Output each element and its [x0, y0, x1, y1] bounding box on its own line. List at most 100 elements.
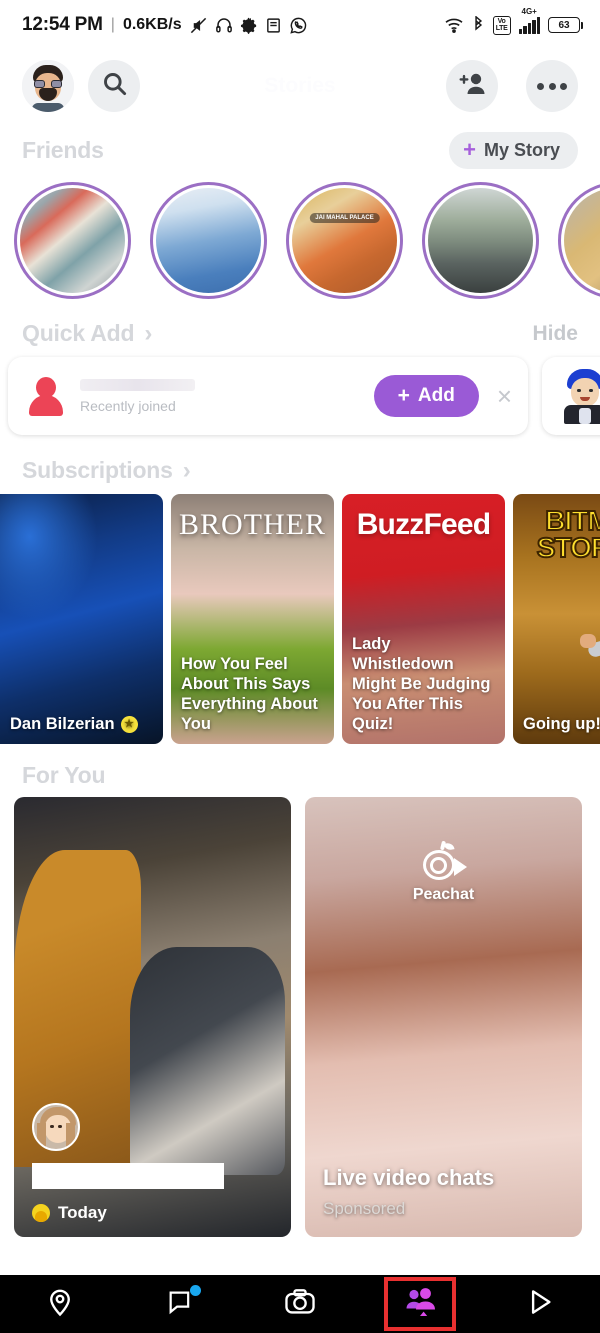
- snapchat-stories-screen: 12:54 PM | 0.6KB/s Vo LTE 4G+ 63 Stories…: [0, 0, 600, 1333]
- hide-button[interactable]: Hide: [532, 322, 578, 346]
- add-friend-icon: [457, 71, 487, 102]
- mute-icon: [189, 16, 208, 35]
- subscriptions-title-group[interactable]: Subscriptions ›: [22, 457, 578, 484]
- headphones-icon: [215, 16, 233, 34]
- plus-icon: +: [463, 137, 476, 162]
- subscription-caption: Dan Bilzerian: [10, 715, 115, 733]
- status-separator: |: [110, 16, 115, 33]
- friends-title: Friends: [22, 136, 104, 163]
- location-pin-icon: [45, 1287, 75, 1322]
- nav-camera[interactable]: [265, 1281, 335, 1327]
- friends-section-header: Friends + My Story: [0, 122, 600, 170]
- search-icon: [101, 70, 128, 102]
- nav-chat[interactable]: [145, 1281, 215, 1327]
- nav-friends[interactable]: [384, 1277, 456, 1331]
- subscription-caption-group: How You Feel About This Says Everything …: [171, 644, 334, 744]
- sponsored-label: Sponsored: [323, 1199, 406, 1218]
- timestamp: Today: [58, 1203, 107, 1222]
- header-actions: [446, 60, 578, 112]
- more-options-button[interactable]: [526, 60, 578, 112]
- subscription-tile[interactable]: BITMOJI STORIES Going up!: [513, 494, 600, 744]
- subscriptions-row: Dan Bilzerian ★ BROTHER How You Feel Abo…: [0, 494, 600, 744]
- gear-icon: [240, 16, 258, 34]
- quick-add-card-2[interactable]: [542, 357, 600, 435]
- wifi-icon: [444, 17, 464, 33]
- subscription-tile[interactable]: BROTHER How You Feel About This Says Eve…: [171, 494, 334, 744]
- nav-map[interactable]: [25, 1281, 95, 1327]
- timestamp-group: Today: [32, 1203, 107, 1223]
- subscription-caption-group: Dan Bilzerian ★: [0, 704, 148, 744]
- quick-add-title-group[interactable]: Quick Add ›: [22, 320, 152, 347]
- add-friend-button[interactable]: [446, 60, 498, 112]
- subscription-caption: Going up!: [523, 715, 600, 733]
- quick-add-section-header: Quick Add › Hide: [0, 300, 600, 357]
- my-story-button[interactable]: + My Story: [449, 131, 578, 169]
- for-you-card-ad[interactable]: Peachat Live video chats Sponsored: [305, 797, 582, 1237]
- app-header: Stories: [0, 50, 600, 122]
- subscription-caption-group: Lady Whistledown Might Be Judging You Af…: [342, 624, 505, 744]
- subscription-tile[interactable]: BuzzFeed Lady Whistledown Might Be Judgi…: [342, 494, 505, 744]
- close-icon[interactable]: ×: [497, 383, 512, 409]
- friends-stories-row[interactable]: [0, 170, 600, 300]
- list-icon: [265, 17, 282, 34]
- battery-level: 63: [558, 19, 570, 31]
- default-person-icon: [24, 374, 68, 418]
- story-badge-icon: [32, 1204, 50, 1222]
- chat-unread-badge: [190, 1285, 201, 1296]
- ad-brand-group: Peachat: [305, 840, 582, 904]
- username-redaction-bar: [32, 1163, 224, 1189]
- subscriptions-section-header: Subscriptions ›: [0, 435, 600, 494]
- add-button-label: Add: [417, 385, 455, 406]
- quick-add-title: Quick Add: [22, 320, 135, 346]
- nav-discover[interactable]: [505, 1281, 575, 1327]
- story-circle-5[interactable]: [558, 182, 600, 299]
- add-button[interactable]: + Add: [373, 375, 479, 417]
- subscription-tile[interactable]: Dan Bilzerian ★: [0, 494, 163, 744]
- subscriptions-title: Subscriptions: [22, 457, 173, 483]
- quick-add-info: Recently joined: [80, 378, 374, 414]
- story-circle-3[interactable]: [286, 182, 403, 299]
- profile-bitmoji-icon: [22, 60, 74, 112]
- for-you-card-user[interactable]: Today: [14, 797, 291, 1237]
- ad-headline: Live video chats: [323, 1165, 495, 1190]
- plus-icon: +: [397, 384, 410, 407]
- my-story-label: My Story: [483, 139, 560, 160]
- chevron-right-icon: ›: [144, 319, 153, 347]
- status-bar-left: 12:54 PM | 0.6KB/s: [22, 14, 308, 36]
- brand-logo-bitmoji-stories: BITMOJI STORIES: [536, 504, 600, 564]
- quick-add-row: Recently joined + Add ×: [0, 357, 600, 435]
- battery-icon: 63: [548, 17, 583, 33]
- signal-icon: 4G+: [518, 7, 540, 34]
- subscription-brand-wrap: BuzzFeed: [342, 508, 505, 542]
- brand-logo-brother: BROTHER: [178, 508, 326, 541]
- quick-add-card[interactable]: Recently joined + Add ×: [8, 357, 528, 435]
- camera-icon: [284, 1287, 316, 1322]
- verified-star-icon: ★: [120, 715, 138, 733]
- peachat-camera-icon: [421, 840, 467, 883]
- avatar[interactable]: [22, 60, 74, 112]
- for-you-row: Today Peachat Live video chats Sponsored: [0, 797, 600, 1237]
- story-circle-4[interactable]: [422, 182, 539, 299]
- for-you-title: For You: [22, 762, 106, 788]
- brand-logo-buzzfeed: BuzzFeed: [356, 508, 491, 541]
- friends-group-icon: [403, 1287, 437, 1322]
- whatsapp-icon: [289, 16, 308, 35]
- subscription-caption-group: Going up!: [513, 704, 600, 744]
- bluetooth-icon: [472, 16, 485, 34]
- story-circle-2[interactable]: [150, 182, 267, 299]
- ad-brand-name: Peachat: [412, 886, 475, 903]
- status-bar: 12:54 PM | 0.6KB/s Vo LTE 4G+ 63: [0, 0, 600, 50]
- quick-add-subtitle: Recently joined: [80, 397, 176, 414]
- subscription-caption: Lady Whistledown Might Be Judging You Af…: [352, 635, 491, 733]
- bottom-navigation-bar: [0, 1275, 600, 1333]
- status-bar-right: Vo LTE 4G+ 63: [444, 0, 583, 50]
- play-triangle-icon: [525, 1287, 555, 1322]
- for-you-section-header: For You: [0, 744, 600, 797]
- bitmoji-character-icon: [580, 592, 600, 710]
- search-button[interactable]: [88, 60, 140, 112]
- quick-add-username-redacted: [80, 378, 195, 391]
- subscription-brand-wrap: BITMOJI STORIES: [513, 504, 600, 564]
- volte-icon: Vo LTE: [492, 15, 511, 35]
- story-circle-1[interactable]: [14, 182, 131, 299]
- more-options-icon: [537, 82, 567, 90]
